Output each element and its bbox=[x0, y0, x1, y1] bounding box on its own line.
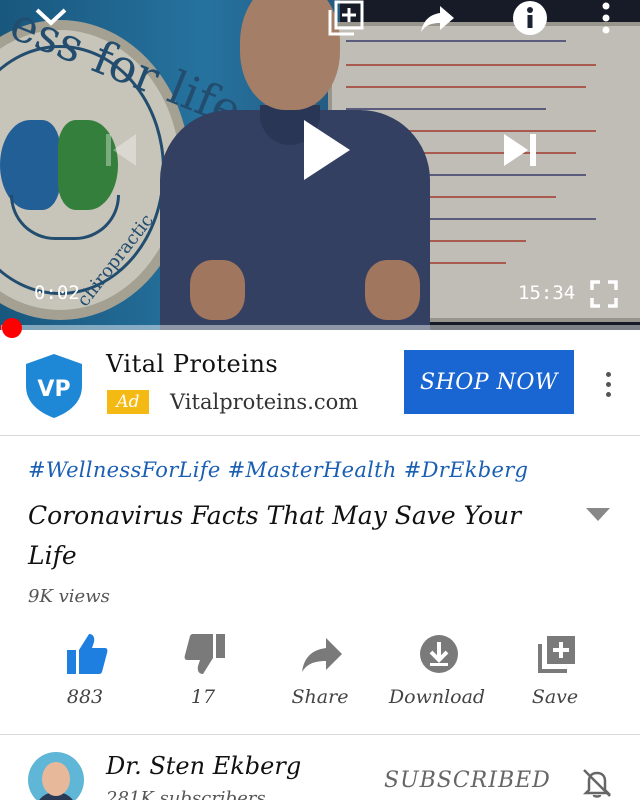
advertiser-domain: Vitalproteins.com bbox=[170, 390, 359, 414]
dislike-button[interactable]: 17 bbox=[148, 632, 258, 714]
ad-badge: Ad bbox=[107, 390, 149, 414]
like-count: 883 bbox=[66, 686, 104, 708]
ad-banner[interactable]: VP Vital Proteins Ad Vitalproteins.com S… bbox=[0, 336, 640, 432]
advertiser-name: Vital Proteins bbox=[106, 350, 279, 378]
download-button[interactable]: Download bbox=[382, 632, 492, 714]
save-button[interactable]: Save bbox=[500, 632, 610, 714]
divider bbox=[0, 435, 640, 436]
playlist-add-icon[interactable] bbox=[328, 0, 364, 36]
thumbs-up-icon bbox=[65, 632, 109, 676]
bell-off-icon[interactable] bbox=[580, 766, 614, 800]
current-time: 0:02 bbox=[34, 282, 80, 304]
chevron-down-icon[interactable] bbox=[34, 6, 68, 28]
divider bbox=[0, 734, 640, 735]
avatar[interactable] bbox=[28, 752, 84, 800]
share-icon[interactable] bbox=[420, 4, 456, 34]
video-title: Coronavirus Facts That May Save Your Lif… bbox=[28, 501, 522, 570]
shop-now-button[interactable]: SHOP NOW bbox=[404, 350, 574, 414]
playlist-add-icon bbox=[535, 632, 579, 676]
like-button[interactable]: 883 bbox=[30, 632, 140, 714]
share-button[interactable]: Share bbox=[265, 632, 375, 714]
thumbs-down-icon bbox=[183, 632, 227, 676]
svg-text:VP: VP bbox=[37, 377, 70, 402]
download-icon bbox=[417, 632, 461, 676]
video-player[interactable]: ess for life chiropractic 0:02 15:34 bbox=[0, 0, 640, 330]
advertiser-logo: VP bbox=[22, 352, 86, 420]
more-vertical-icon[interactable] bbox=[598, 370, 618, 398]
share-icon bbox=[300, 632, 344, 676]
view-count: 9K views bbox=[28, 586, 110, 607]
scrubber-handle[interactable] bbox=[2, 318, 22, 338]
chevron-down-icon[interactable] bbox=[586, 506, 610, 522]
download-label: Download bbox=[388, 686, 486, 708]
play-icon[interactable] bbox=[300, 118, 352, 182]
subscriber-count: 281K subscribers bbox=[106, 788, 266, 800]
progress-bar[interactable] bbox=[0, 325, 640, 330]
dislike-count: 17 bbox=[190, 686, 216, 708]
more-vertical-icon[interactable] bbox=[598, 2, 614, 34]
save-label: Save bbox=[531, 686, 579, 708]
skip-next-icon[interactable] bbox=[502, 132, 538, 168]
share-label: Share bbox=[291, 686, 349, 708]
duration: 15:34 bbox=[518, 282, 576, 304]
fullscreen-icon[interactable] bbox=[590, 280, 618, 308]
info-icon[interactable] bbox=[512, 0, 548, 36]
subscribed-button[interactable]: SUBSCRIBED bbox=[384, 768, 551, 793]
skip-previous-icon[interactable] bbox=[104, 132, 138, 168]
channel-name[interactable]: Dr. Sten Ekberg bbox=[106, 752, 301, 780]
video-hashtags[interactable]: #WellnessForLife #MasterHealth #DrEkberg bbox=[28, 458, 528, 482]
